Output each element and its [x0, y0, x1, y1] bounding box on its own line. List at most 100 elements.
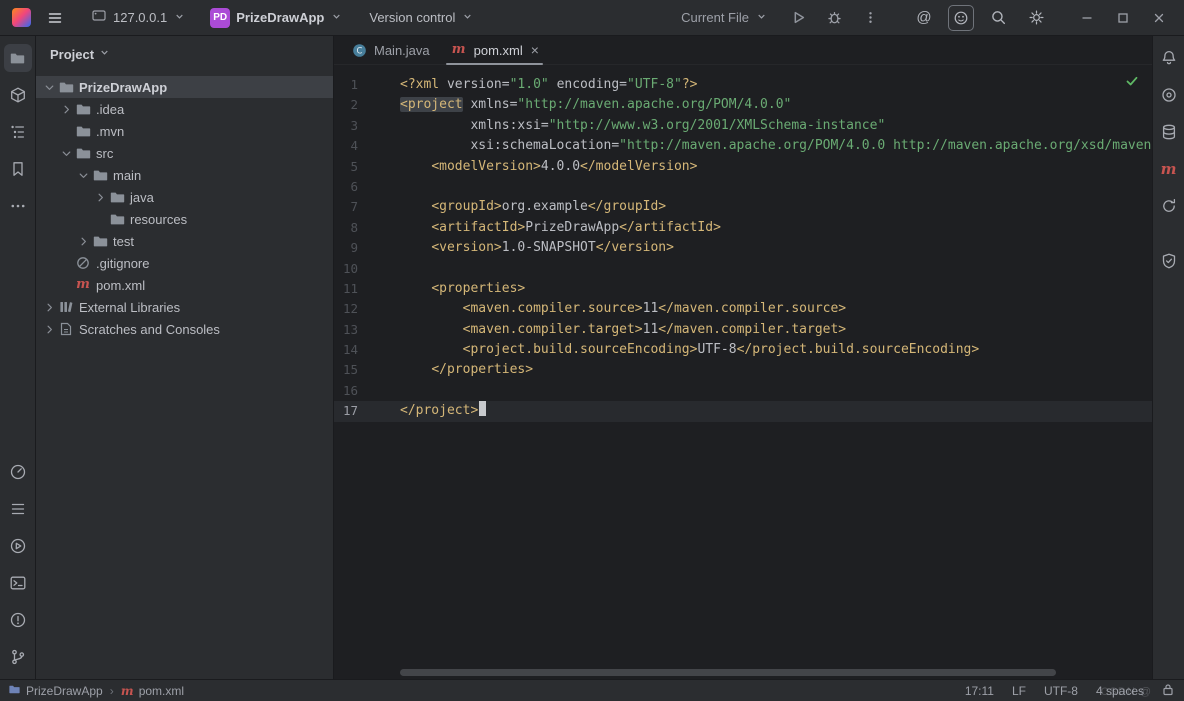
chevron-right-icon[interactable]: [59, 101, 74, 117]
close-icon[interactable]: ×: [531, 42, 539, 58]
bookmark-icon[interactable]: [4, 155, 32, 183]
terminal-icon[interactable]: [4, 569, 32, 597]
lock-icon[interactable]: [1162, 683, 1174, 699]
breadcrumb-project[interactable]: PrizeDrawApp: [8, 683, 103, 699]
tab-main-java[interactable]: CMain.java: [340, 36, 440, 64]
code-line-13[interactable]: 13 <maven.compiler.target>11</maven.comp…: [334, 320, 1152, 340]
code-line-17[interactable]: 17</project>: [334, 401, 1152, 421]
bell-icon[interactable]: [1155, 44, 1183, 72]
code-line-3[interactable]: 3 xmlns:xsi="http://www.w3.org/2001/XMLS…: [334, 116, 1152, 136]
monitor-icon: [91, 8, 107, 27]
code-line-2[interactable]: 2<project xmlns="http://maven.apache.org…: [334, 95, 1152, 115]
ring-icon[interactable]: [1155, 81, 1183, 109]
maximize-button[interactable]: [1108, 4, 1138, 32]
maven-icon: m: [74, 277, 92, 293]
hamburger-menu-icon[interactable]: [41, 4, 69, 32]
minimize-button[interactable]: [1072, 4, 1102, 32]
tree-item-prizedrawapp[interactable]: PrizeDrawApp: [36, 76, 333, 98]
tree-item-src[interactable]: src: [36, 142, 333, 164]
search-icon[interactable]: [984, 4, 1012, 32]
tree-item-gitignore[interactable]: .gitignore: [36, 252, 333, 274]
code-line-8[interactable]: 8 <artifactId>PrizeDrawApp</artifactId>: [334, 218, 1152, 238]
chevron-down-icon[interactable]: [59, 145, 74, 161]
settings-gear-icon[interactable]: [1022, 4, 1050, 32]
chevron-right-icon[interactable]: [42, 299, 57, 315]
chevron-down-icon[interactable]: [76, 167, 91, 183]
chevron-right-icon[interactable]: [42, 321, 57, 337]
titlebar: 127.0.0.1 PD PrizeDrawApp Version contro…: [0, 0, 1184, 36]
branch-icon[interactable]: [4, 643, 32, 671]
more-icon[interactable]: [4, 192, 32, 220]
play-circle-icon[interactable]: [4, 532, 32, 560]
code-line-16[interactable]: 16: [334, 381, 1152, 401]
close-button[interactable]: [1144, 4, 1174, 32]
project-widget[interactable]: PD PrizeDrawApp: [202, 4, 351, 32]
tree-item-pom-xml[interactable]: mpom.xml: [36, 274, 333, 296]
run-icon[interactable]: [784, 4, 812, 32]
chevron-down-icon[interactable]: [42, 79, 57, 95]
tree-item-external-libraries[interactable]: External Libraries: [36, 296, 333, 318]
project-badge: PD: [210, 8, 230, 28]
tree-item-label: .mvn: [96, 124, 124, 139]
code-line-5[interactable]: 5 <modelVersion>4.0.0</modelVersion>: [334, 157, 1152, 177]
tree-item-java[interactable]: java: [36, 186, 333, 208]
left-toolbar-top: [4, 44, 32, 229]
code-line-11[interactable]: 11 <properties>: [334, 279, 1152, 299]
code-line-15[interactable]: 15 </properties>: [334, 360, 1152, 380]
line-number: 8: [334, 218, 400, 238]
caret: [479, 401, 486, 416]
tree-item-label: src: [96, 146, 113, 161]
list-icon[interactable]: [4, 495, 32, 523]
database-icon[interactable]: [1155, 118, 1183, 146]
sync-icon[interactable]: [1155, 192, 1183, 220]
maven-tool-icon[interactable]: m: [1155, 155, 1183, 183]
code-line-7[interactable]: 7 <groupId>org.example</groupId>: [334, 197, 1152, 217]
chevron-right-icon[interactable]: [76, 233, 91, 249]
gauge-icon[interactable]: [4, 458, 32, 486]
line-number: 6: [334, 177, 400, 197]
code-line-1[interactable]: 1<?xml version="1.0" encoding="UTF-8"?>: [334, 75, 1152, 95]
tree-item-test[interactable]: test: [36, 230, 333, 252]
structure-icon[interactable]: [4, 118, 32, 146]
tree-item-resources[interactable]: resources: [36, 208, 333, 230]
code-line-10[interactable]: 10: [334, 259, 1152, 279]
tree-item-scratches-and-consoles[interactable]: Scratches and Consoles: [36, 318, 333, 340]
breadcrumb-file[interactable]: m pom.xml: [121, 684, 184, 698]
error-icon[interactable]: [4, 606, 32, 634]
code-editor[interactable]: 1<?xml version="1.0" encoding="UTF-8"?>2…: [334, 65, 1152, 679]
breadcrumb: PrizeDrawApp › m pom.xml: [8, 683, 184, 699]
smiley-icon[interactable]: [948, 5, 974, 31]
breadcrumb-label: pom.xml: [139, 684, 184, 698]
code-line-4[interactable]: 4 xsi:schemaLocation="http://maven.apach…: [334, 136, 1152, 156]
shield-icon[interactable]: [1155, 247, 1183, 275]
project-panel-header[interactable]: Project: [36, 38, 333, 70]
tab-pom-xml[interactable]: mpom.xml×: [440, 36, 549, 64]
host-widget[interactable]: 127.0.0.1: [83, 4, 194, 31]
folder-icon[interactable]: [4, 44, 32, 72]
inspection-check-icon[interactable]: [1125, 74, 1139, 95]
at-icon[interactable]: @: [910, 4, 938, 32]
code-line-6[interactable]: 6: [334, 177, 1152, 197]
code-lines: 1<?xml version="1.0" encoding="UTF-8"?>2…: [334, 75, 1152, 422]
code-line-9[interactable]: 9 <version>1.0-SNAPSHOT</version>: [334, 238, 1152, 258]
code-line-14[interactable]: 14 <project.build.sourceEncoding>UTF-8</…: [334, 340, 1152, 360]
cursor-position[interactable]: 17:11: [965, 684, 994, 698]
line-text: <project.build.sourceEncoding>UTF-8</pro…: [400, 340, 979, 360]
indent-size[interactable]: 4 spaces: [1096, 684, 1144, 698]
chevron-right-icon[interactable]: [93, 189, 108, 205]
tree-item-mvn[interactable]: .mvn: [36, 120, 333, 142]
tree-item-main[interactable]: main: [36, 164, 333, 186]
tree-item-label: .idea: [96, 102, 124, 117]
run-config-widget[interactable]: Current File: [673, 6, 776, 30]
vcs-widget[interactable]: Version control: [361, 6, 482, 30]
cube-icon[interactable]: [4, 81, 32, 109]
file-encoding[interactable]: UTF-8: [1044, 684, 1078, 698]
horizontal-scrollbar[interactable]: [400, 669, 1056, 676]
line-separator[interactable]: LF: [1012, 684, 1026, 698]
tree-item-idea[interactable]: .idea: [36, 98, 333, 120]
debug-bug-icon[interactable]: [820, 4, 848, 32]
code-line-12[interactable]: 12 <maven.compiler.source>11</maven.comp…: [334, 299, 1152, 319]
line-text: <groupId>org.example</groupId>: [400, 197, 666, 217]
ignored-icon: [74, 255, 92, 271]
more-actions-kebab-icon[interactable]: [856, 4, 884, 32]
